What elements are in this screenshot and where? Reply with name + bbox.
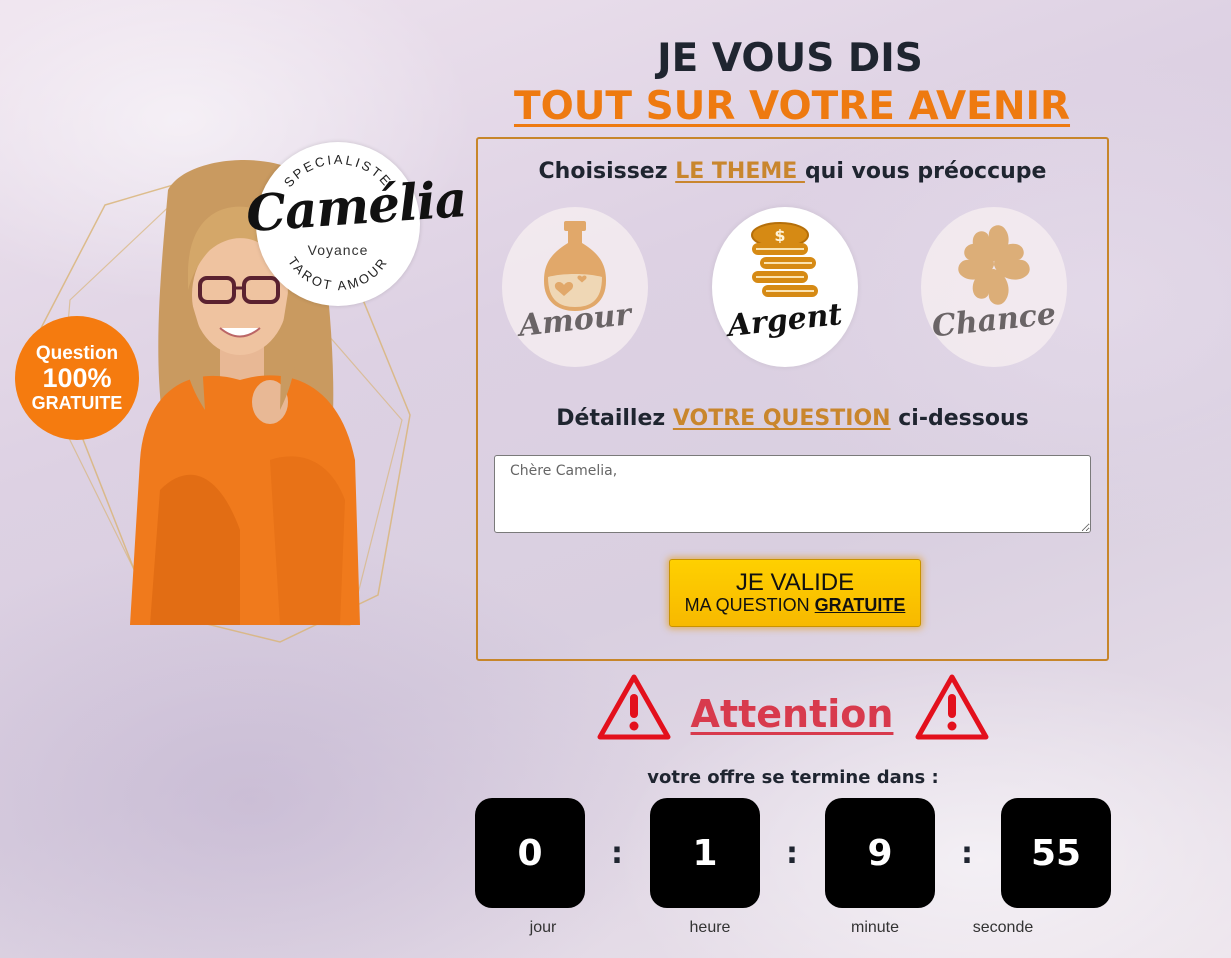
submit-line2: MA QUESTION GRATUITE	[685, 595, 906, 617]
theme-option-amour[interactable]: Amour	[502, 207, 648, 367]
question-textarea[interactable]	[494, 455, 1091, 533]
attention-title: Attention	[690, 692, 894, 736]
question-heading-accent: VOTRE QUESTION	[672, 406, 891, 431]
theme-heading: Choisissez LE THEME qui vous préoccupe	[478, 159, 1107, 184]
countdown-hours: 1	[650, 798, 760, 908]
question-form: Choisissez LE THEME qui vous préoccupe A…	[476, 137, 1109, 661]
countdown-seconds-label: seconde	[972, 919, 1034, 936]
theme-heading-post: qui vous préoccupe	[804, 159, 1047, 184]
countdown-hours-label: heure	[689, 919, 731, 936]
headline-line2: TOUT SUR VOTRE AVENIR	[513, 84, 1071, 129]
svg-text:TAROT AMOUR: TAROT AMOUR	[285, 254, 391, 293]
badge-line1: Question	[35, 343, 119, 364]
countdown-separator: :	[786, 836, 798, 871]
countdown-separator: :	[961, 836, 973, 871]
submit-line2-bold: GRATUITE	[814, 594, 906, 615]
countdown-minutes-label: minute	[850, 919, 900, 936]
countdown-seconds: 55	[1001, 798, 1111, 908]
theme-heading-pre: Choisissez	[538, 159, 676, 184]
badge-line3: GRATUITE	[31, 393, 123, 413]
warning-triangle-icon	[915, 674, 989, 740]
svg-text:$: $	[774, 226, 785, 245]
warning-triangle-icon	[597, 674, 671, 740]
countdown-days: 0	[475, 798, 585, 908]
badge-line2: 100%	[42, 363, 112, 393]
countdown-days-label: jour	[529, 919, 557, 936]
question-heading: Détaillez VOTRE QUESTION ci-dessous	[478, 406, 1107, 431]
validate-question-button[interactable]: JE VALIDE MA QUESTION GRATUITE	[669, 559, 921, 627]
countdown-minutes: 9	[825, 798, 935, 908]
logo-sub: Voyance	[307, 242, 369, 258]
countdown-separator: :	[611, 836, 623, 871]
offer-ends-text: votre offre se termine dans :	[647, 767, 939, 788]
question-heading-post: ci-dessous	[890, 406, 1029, 431]
question-heading-pre: Détaillez	[556, 406, 673, 431]
theme-option-argent[interactable]: $ Argent	[712, 207, 858, 367]
theme-heading-accent: LE THEME	[675, 159, 805, 184]
logo-bottom-text: TAROT AMOUR	[285, 254, 389, 293]
submit-line2-pre: MA QUESTION	[684, 594, 815, 615]
headline-line1: JE VOUS DIS	[657, 36, 923, 81]
submit-line1: JE VALIDE	[735, 568, 855, 596]
theme-option-chance[interactable]: Chance	[921, 207, 1067, 367]
free-question-badge: Question 100% GRATUITE	[15, 316, 139, 440]
